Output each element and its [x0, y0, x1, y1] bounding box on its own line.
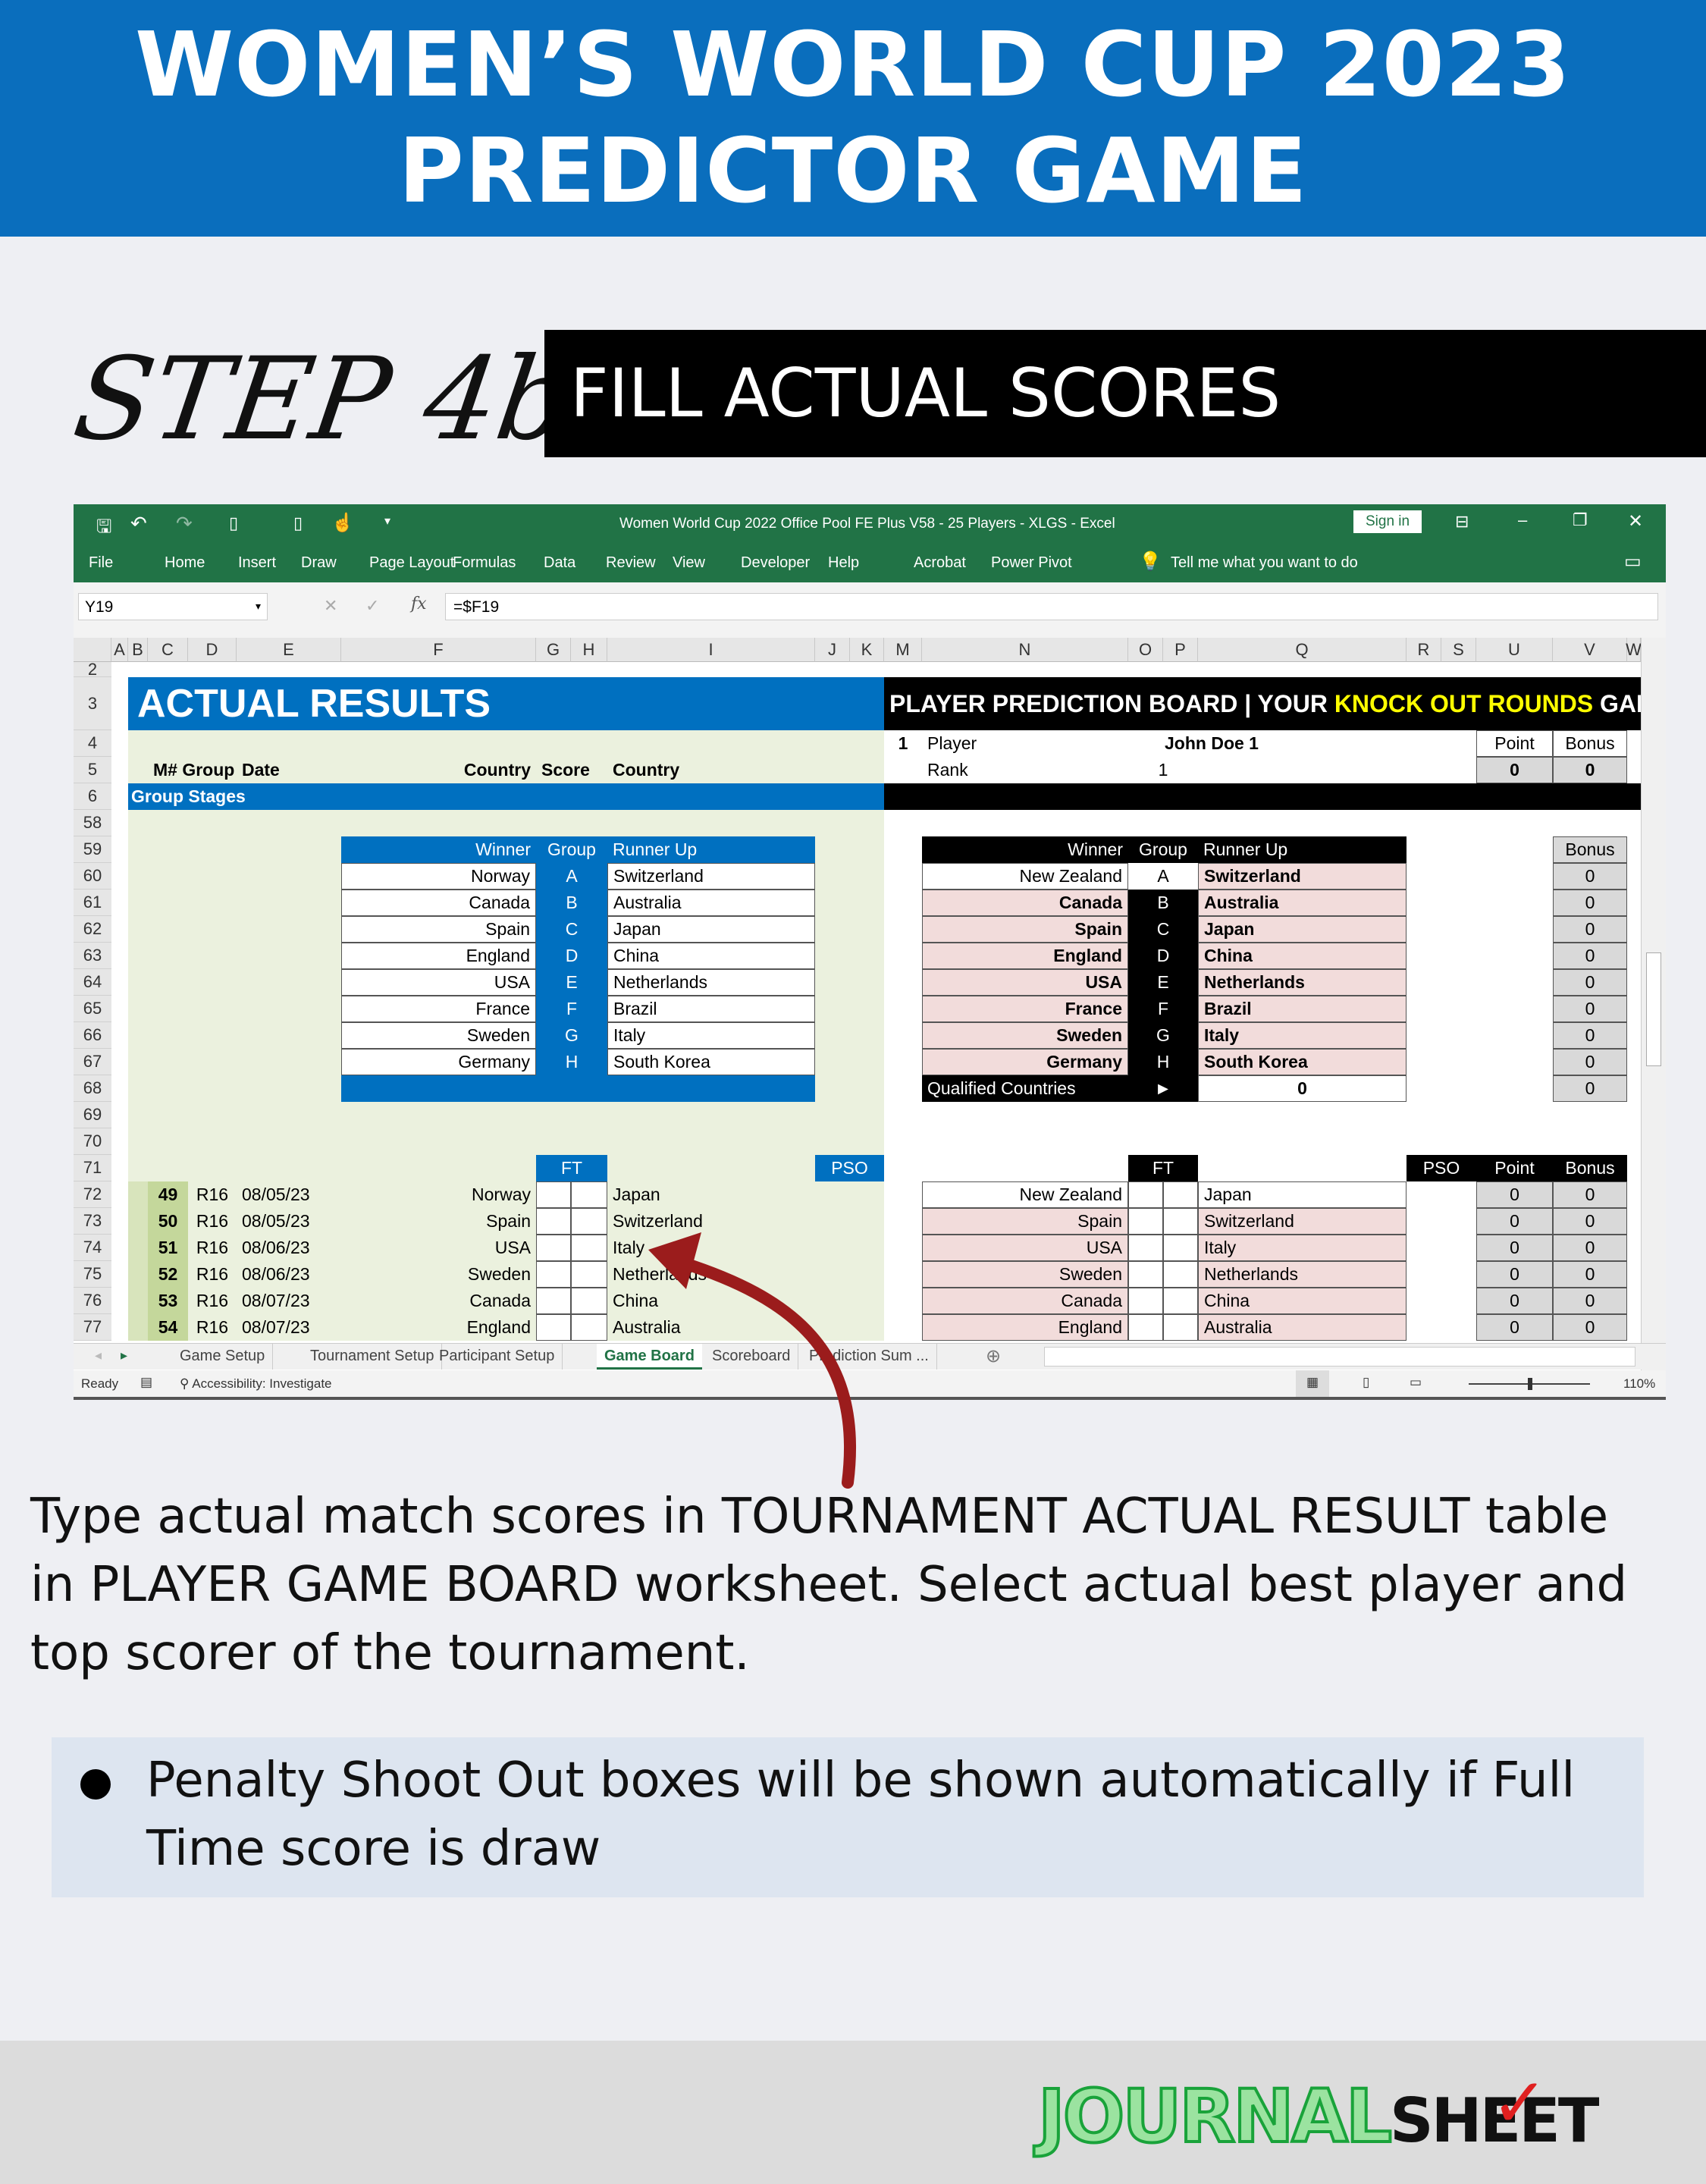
logo-part1: JOURNAL: [1036, 2073, 1394, 2160]
instruction-paragraph: Type actual match scores in TOURNAMENT A…: [30, 1489, 1628, 1681]
bullet-text: Penalty Shoot Out boxes will be shown au…: [146, 1753, 1576, 1877]
arrow-head-icon: [648, 1232, 701, 1289]
bullet-icon: [80, 1769, 111, 1800]
checkmark-icon: ✓: [1491, 2063, 1548, 2143]
journalsheet-logo: JOURNALSHEET✓: [1036, 2063, 1599, 2160]
bullet-note: Penalty Shoot Out boxes will be shown au…: [52, 1737, 1644, 1897]
arrow-shaft: [676, 1257, 857, 1489]
